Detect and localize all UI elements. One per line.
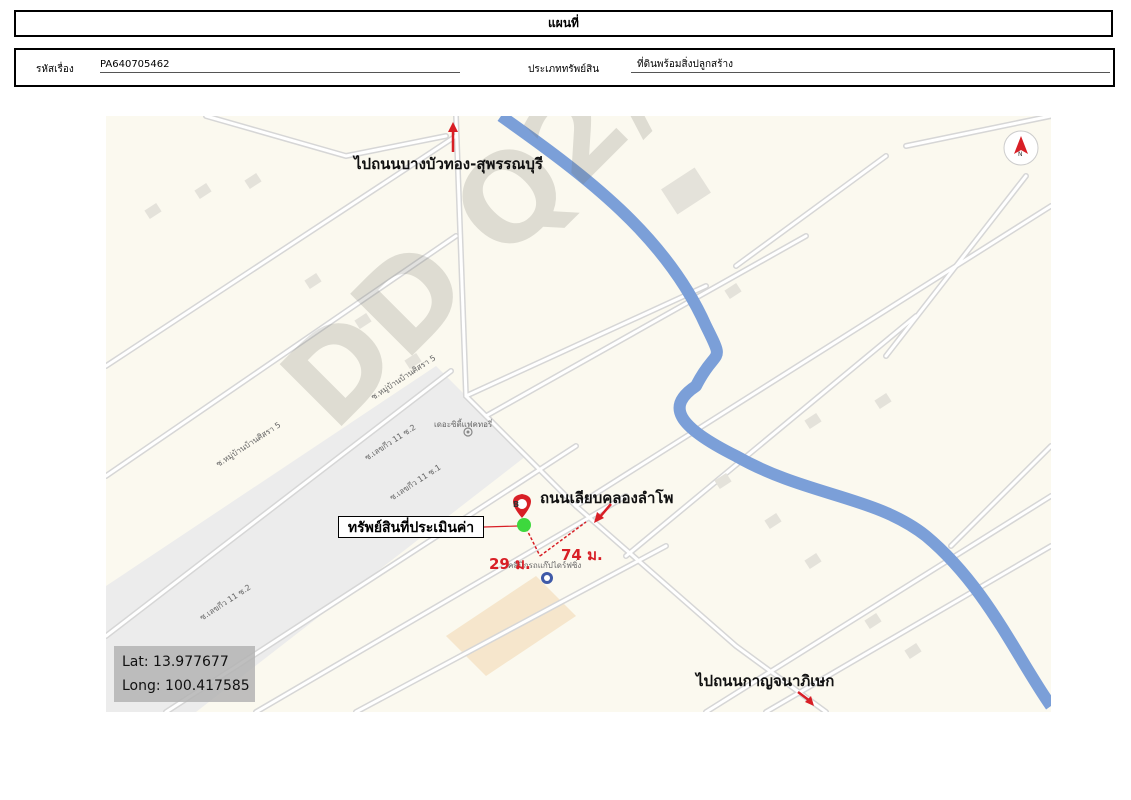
property-leader-line: [483, 525, 519, 528]
coordinate-panel: Lat: 13.977677 Long: 100.417585: [114, 646, 255, 702]
north-road-label: ไปถนนบางบัวทอง-สุพรรณบุรี: [354, 155, 543, 173]
info-box: รหัสเรื่อง PA640705462 ประเภททรัพย์สิน ท…: [14, 48, 1115, 87]
longitude-readout: Long: 100.417585: [122, 678, 250, 694]
canal-road-label: ถนนเลียบคลองลำโพ: [540, 489, 674, 507]
type-label: ประเภททรัพย์สิน: [528, 64, 600, 75]
map-view[interactable]: DD Q2/25 ซ.หมู่บ้านบ้านศิสรา 5 ซ.เลขกีว …: [106, 116, 1051, 712]
latitude-readout: Lat: 13.977677: [122, 654, 229, 670]
code-label: รหัสเรื่อง: [36, 64, 74, 75]
map-title-box: แผนที่: [14, 10, 1113, 37]
type-value: ที่ดินพร้อมสิ่งปลูกสร้าง: [631, 58, 1110, 73]
code-value: PA640705462: [100, 58, 460, 73]
south-road-label: ไปถนนกาญจนาภิเษก: [696, 672, 835, 690]
page-title: แผนที่: [548, 16, 579, 30]
marker-letter: B: [513, 500, 520, 509]
property-dot[interactable]: [517, 518, 531, 532]
distance-74-label: 74 ม.: [561, 546, 603, 564]
distance-29-label: 29 ม.: [489, 555, 531, 573]
property-label: ทรัพย์สินที่ประเมินค่า: [338, 516, 484, 538]
place-label-factory: เดอะซิตี้แฟคทอรี่: [434, 420, 493, 429]
compass-letter: N: [1018, 151, 1023, 158]
